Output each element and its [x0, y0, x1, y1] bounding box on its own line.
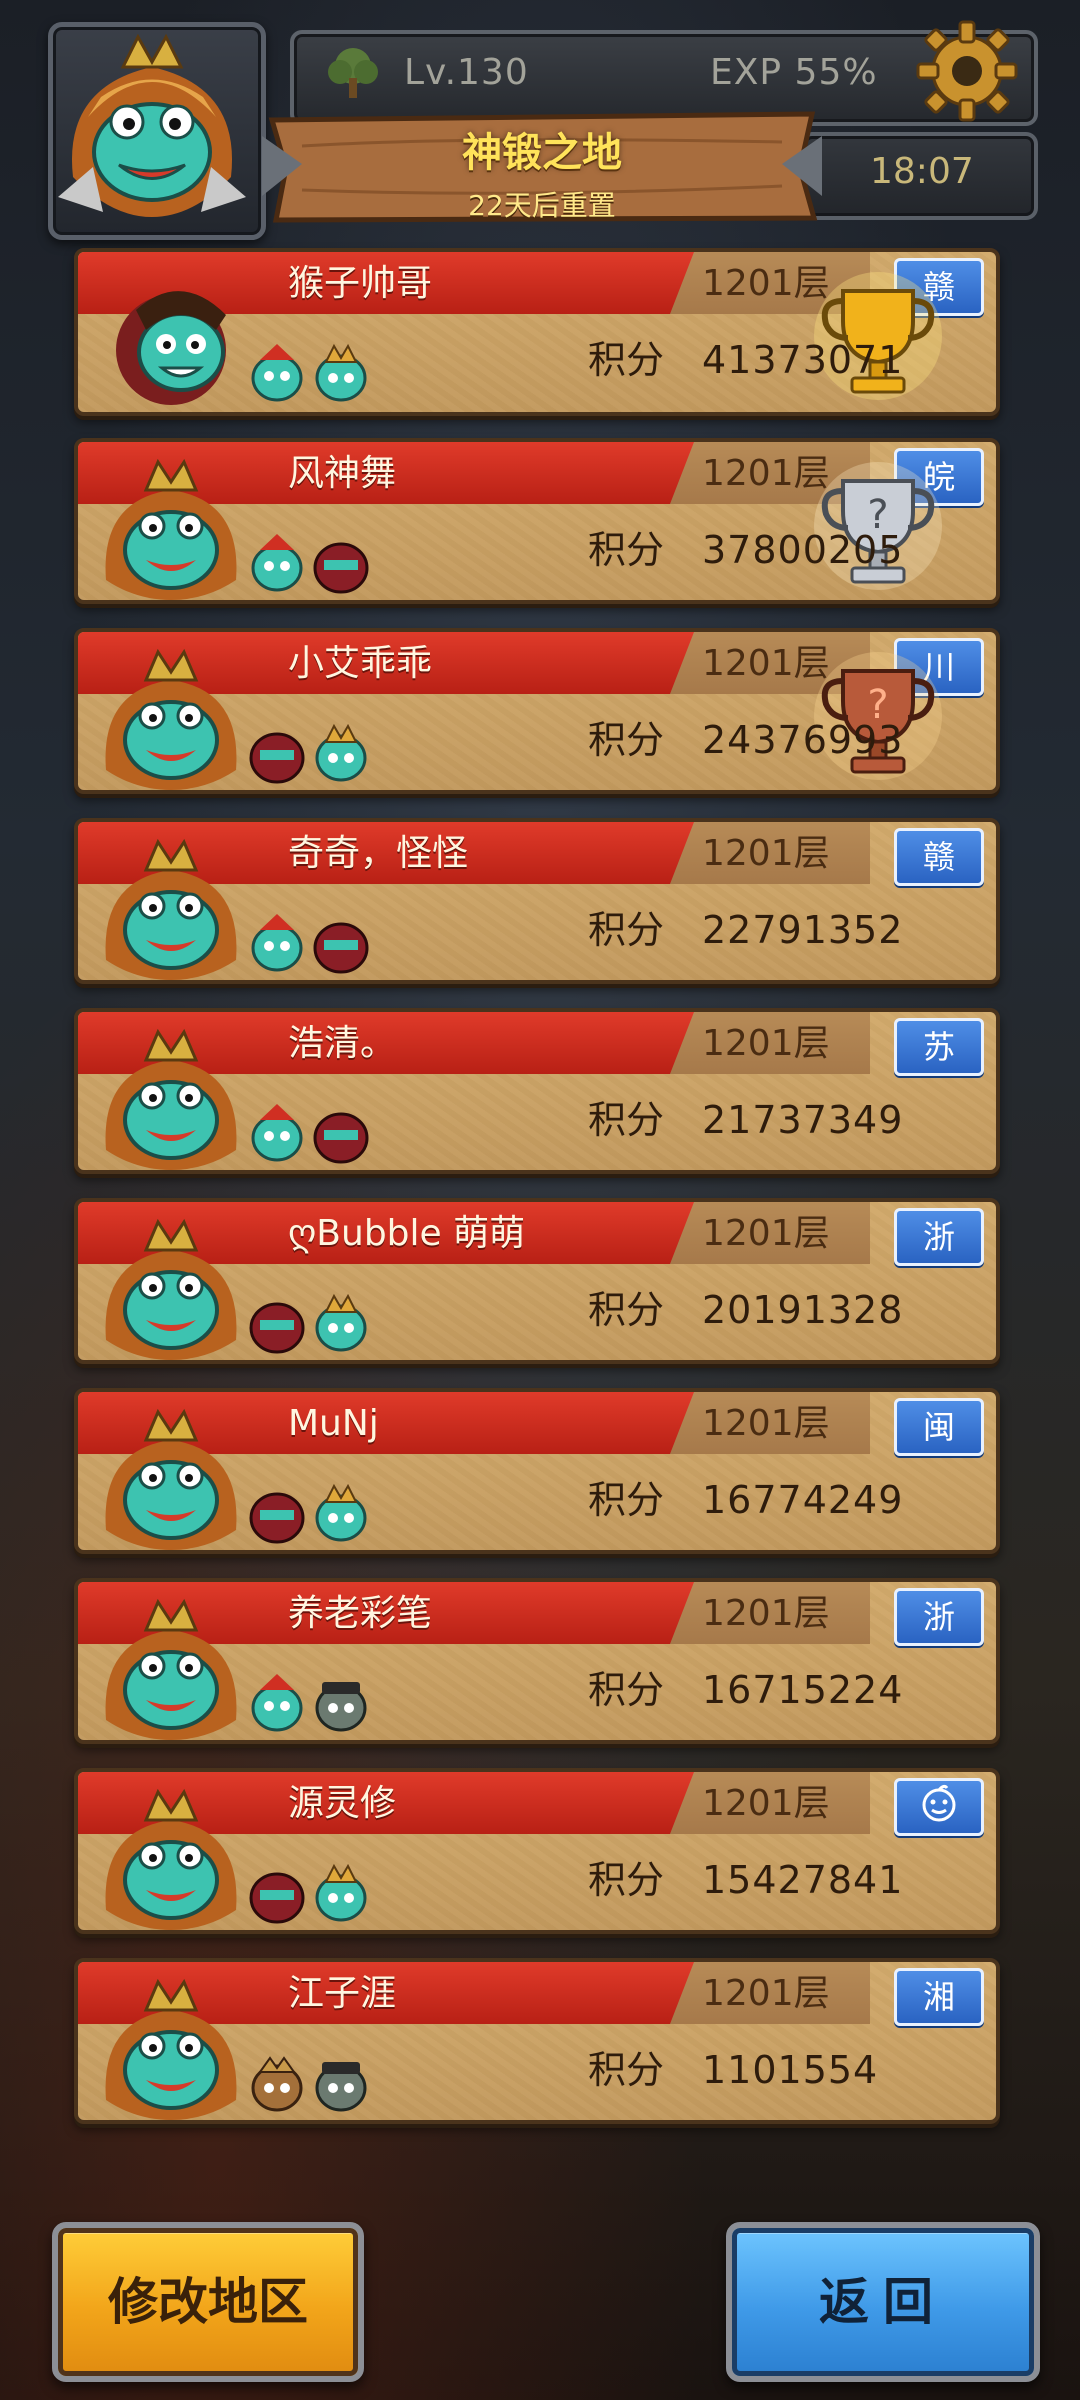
score-value: 16774249	[702, 1478, 904, 1522]
player-name: 浩清。	[288, 1023, 397, 1064]
pet-icon	[315, 1483, 367, 1542]
pet-icon	[315, 1293, 367, 1352]
pet-icon	[313, 1112, 369, 1164]
score-value: 24376993	[702, 718, 904, 762]
floor-count: 1201层	[702, 1213, 830, 1254]
pet-icon	[313, 542, 369, 594]
leaderboard-row[interactable]: 浩清。 1201层 苏 积分 21737349	[74, 1008, 1000, 1174]
pet-icon	[249, 1492, 305, 1544]
frog-king-avatar-icon	[105, 1978, 237, 2120]
score-label: 积分	[588, 1668, 665, 1712]
leaderboard-list[interactable]: 猴子帅哥 1201层 赣 积分 41373071 风神舞 1201层 皖 ? 积…	[0, 0, 1080, 2400]
frog-king-avatar-icon	[105, 1788, 237, 1930]
pet-icon	[251, 914, 303, 972]
score-label: 积分	[588, 1858, 665, 1902]
player-name: 源灵修	[288, 1783, 397, 1824]
player-name: 小艾乖乖	[288, 643, 433, 684]
score-label: 积分	[588, 528, 665, 572]
player-name: MuNj	[288, 1403, 379, 1444]
score-label: 积分	[588, 338, 665, 382]
pet-icon	[249, 1872, 305, 1924]
floor-count: 1201层	[702, 833, 830, 874]
leaderboard-row[interactable]: 江子涯 1201层 湘 积分 1101554	[74, 1958, 1000, 2124]
score-label: 积分	[588, 1098, 665, 1142]
score-value: 41373071	[702, 338, 904, 382]
frog-king-avatar-icon	[105, 1598, 237, 1740]
region-badge: 湘	[894, 1968, 984, 2026]
pet-icon	[251, 1104, 303, 1162]
score-label: 积分	[588, 1288, 665, 1332]
floor-count: 1201层	[702, 1403, 830, 1444]
region-badge	[894, 1778, 984, 1836]
score-value: 1101554	[702, 2048, 879, 2092]
pet-icon	[249, 732, 305, 784]
leaderboard-row[interactable]: ღBubble 萌萌 1201层 浙 积分 20191328	[74, 1198, 1000, 1364]
leaderboard-row[interactable]: 小艾乖乖 1201层 川 ? 积分 24376993	[74, 628, 1000, 794]
score-label: 积分	[588, 2048, 665, 2092]
score-value: 22791352	[702, 908, 904, 952]
floor-count: 1201层	[702, 1023, 830, 1064]
leaderboard-row[interactable]: 源灵修 1201层 积分 15427841	[74, 1768, 1000, 1934]
floor-count: 1201层	[702, 1783, 830, 1824]
player-name: 奇奇，怪怪	[288, 833, 469, 874]
score-value: 20191328	[702, 1288, 904, 1332]
score-label: 积分	[588, 908, 665, 952]
frog-king-avatar-icon	[105, 648, 237, 790]
frog-king-avatar-icon	[105, 1218, 237, 1360]
smiley-region-icon	[922, 1784, 956, 1822]
region-badge: 浙	[894, 1208, 984, 1266]
samurai-avatar-icon	[116, 291, 226, 405]
score-label: 积分	[588, 718, 665, 762]
pet-icon	[315, 1682, 367, 1732]
frog-king-avatar-icon	[105, 838, 237, 980]
pet-icon	[249, 1302, 305, 1354]
player-name: 风神舞	[288, 453, 397, 494]
pet-icon	[315, 1863, 367, 1922]
player-name: 猴子帅哥	[288, 263, 433, 304]
leaderboard-row[interactable]: 猴子帅哥 1201层 赣 积分 41373071	[74, 248, 1000, 416]
frog-king-avatar-icon	[105, 1408, 237, 1550]
region-badge: 赣	[894, 828, 984, 886]
leaderboard-row[interactable]: 风神舞 1201层 皖 ? 积分 37800205	[74, 438, 1000, 604]
pet-icon	[315, 723, 367, 782]
region-badge: 浙	[894, 1588, 984, 1646]
score-value: 37800205	[702, 528, 904, 572]
floor-count: 1201层	[702, 1593, 830, 1634]
player-name: ღBubble 萌萌	[288, 1213, 526, 1254]
back-button[interactable]: 返回	[726, 2222, 1040, 2382]
leaderboard-row[interactable]: 养老彩笔 1201层 浙 积分 16715224	[74, 1578, 1000, 1744]
floor-count: 1201层	[702, 1973, 830, 2014]
score-value: 15427841	[702, 1858, 904, 1902]
change-region-button[interactable]: 修改地区	[52, 2222, 364, 2382]
pet-icon	[251, 534, 303, 592]
player-name: 江子涯	[288, 1973, 397, 2014]
score-value: 16715224	[702, 1668, 904, 1712]
pet-icon	[251, 2056, 303, 2112]
region-badge: 闽	[894, 1398, 984, 1456]
pet-icon	[251, 1674, 303, 1732]
score-value: 21737349	[702, 1098, 904, 1142]
frog-king-avatar-icon	[105, 1028, 237, 1170]
pet-icon	[313, 922, 369, 974]
leaderboard-row[interactable]: 奇奇，怪怪 1201层 赣 积分 22791352	[74, 818, 1000, 984]
pet-icon	[315, 343, 367, 402]
region-badge: 苏	[894, 1018, 984, 1076]
leaderboard-row[interactable]: MuNj 1201层 闽 积分 16774249	[74, 1388, 1000, 1554]
pet-icon	[251, 344, 303, 402]
score-label: 积分	[588, 1478, 665, 1522]
player-name: 养老彩笔	[288, 1593, 433, 1634]
pet-icon	[315, 2062, 367, 2112]
frog-king-avatar-icon	[105, 458, 237, 600]
